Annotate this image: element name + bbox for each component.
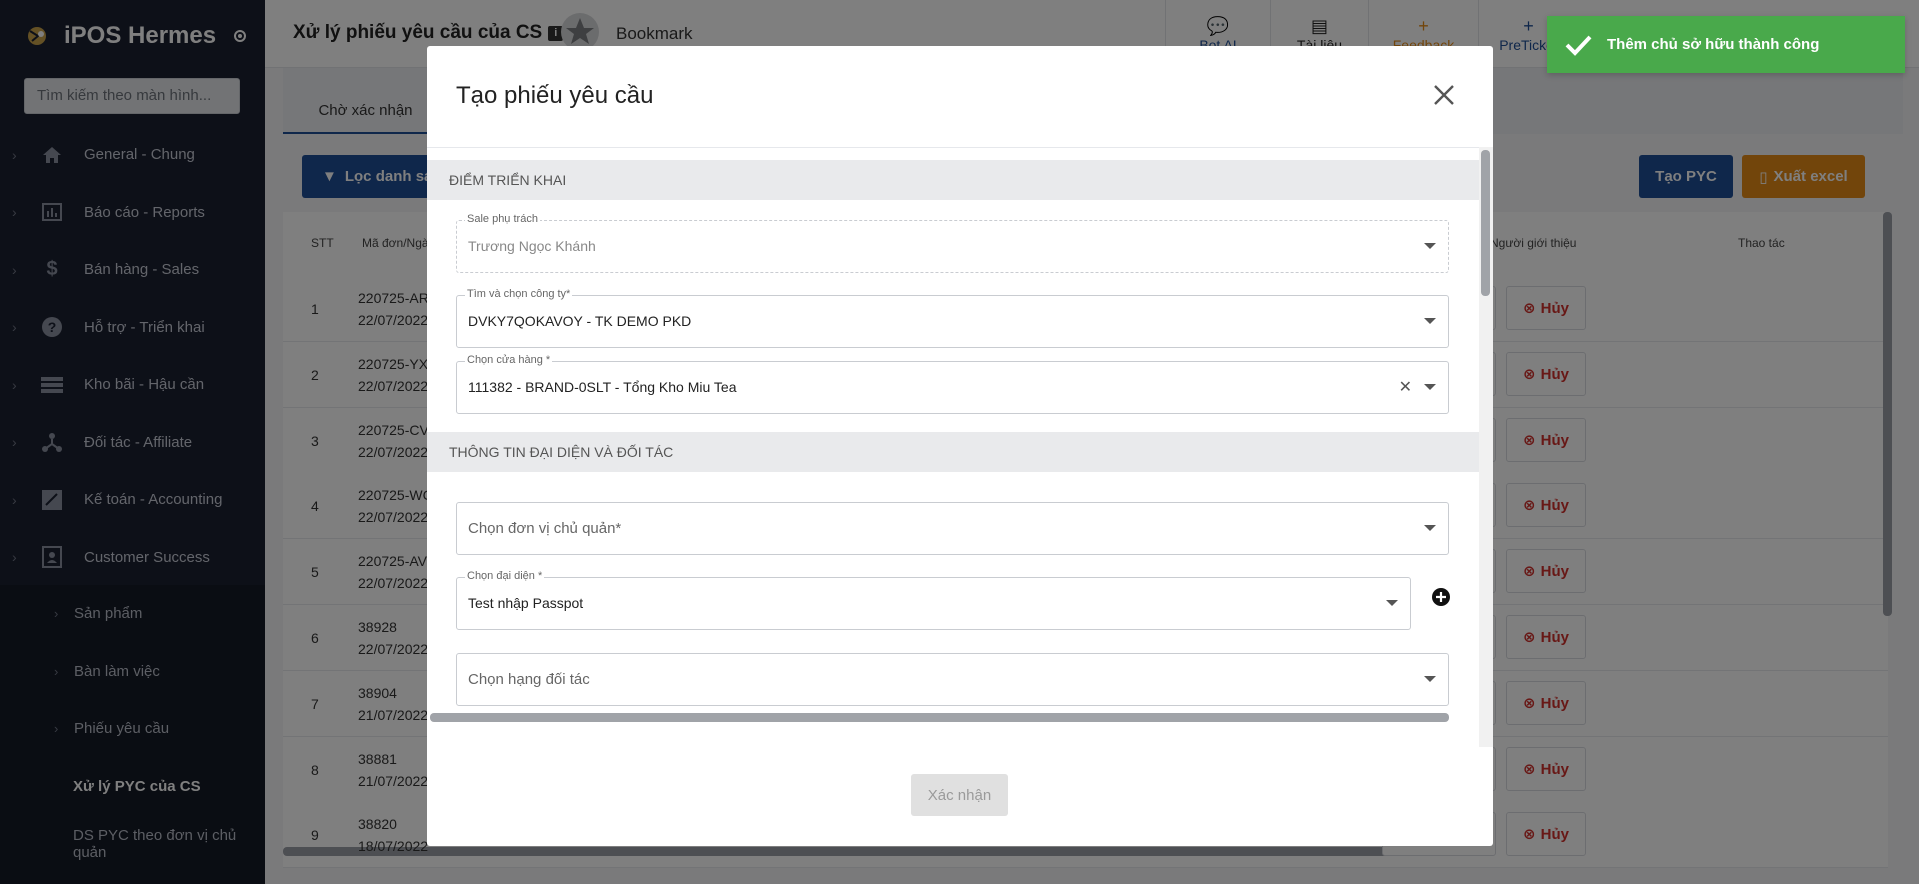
clear-icon[interactable]: ✕ bbox=[1399, 377, 1412, 397]
section-representative-partner: THÔNG TIN ĐẠI DIỆN VÀ ĐỐI TÁC bbox=[427, 432, 1479, 472]
modal-divider bbox=[427, 147, 1493, 148]
field-value: Trương Ngọc Khánh bbox=[468, 238, 596, 254]
store-select[interactable]: Chọn cửa hàng * 111382 - BRAND-0SLT - Tổ… bbox=[456, 354, 1449, 414]
chevron-down-icon[interactable] bbox=[1386, 600, 1398, 606]
field-value: Test nhập Passpot bbox=[468, 595, 584, 611]
field-label: Tìm và chọn công ty* bbox=[465, 288, 573, 300]
modal-vertical-scrollbar[interactable] bbox=[1481, 150, 1490, 296]
representative-select[interactable]: Chọn đại diện * Test nhập Passpot bbox=[456, 570, 1411, 630]
field-label: Sale phụ trách bbox=[465, 213, 540, 225]
check-icon bbox=[1565, 35, 1592, 56]
create-request-modal: Tạo phiếu yêu cầu ĐIỂM TRIỂN KHAI Sale p… bbox=[427, 46, 1493, 846]
owner-unit-select[interactable]: Chọn đơn vị chủ quản* bbox=[456, 502, 1449, 555]
field-label: Chọn cửa hàng * bbox=[465, 354, 553, 366]
company-select[interactable]: Tìm và chọn công ty* DVKY7QOKAVOY - TK D… bbox=[456, 288, 1449, 348]
field-value: 111382 - BRAND-0SLT - Tổng Kho Miu Tea bbox=[468, 379, 737, 395]
submit-button[interactable]: Xác nhận bbox=[911, 774, 1008, 816]
add-circle-icon[interactable] bbox=[1431, 587, 1451, 607]
success-toast: Thêm chủ sở hữu thành công bbox=[1547, 16, 1905, 73]
field-placeholder: Chọn hạng đối tác bbox=[468, 671, 590, 688]
sale-owner-select: Sale phụ trách Trương Ngọc Khánh bbox=[456, 213, 1449, 273]
field-value: DVKY7QOKAVOY - TK DEMO PKD bbox=[468, 313, 692, 329]
close-icon[interactable] bbox=[1431, 82, 1457, 108]
chevron-down-icon[interactable] bbox=[1424, 676, 1436, 682]
chevron-down-icon[interactable] bbox=[1424, 384, 1436, 390]
modal-horizontal-scrollbar[interactable] bbox=[430, 713, 1449, 722]
partner-tier-select[interactable]: Chọn hạng đối tác bbox=[456, 653, 1449, 706]
field-placeholder: Chọn đơn vị chủ quản* bbox=[468, 520, 622, 537]
chevron-down-icon[interactable] bbox=[1424, 318, 1436, 324]
chevron-down-icon[interactable] bbox=[1424, 525, 1436, 531]
modal-title: Tạo phiếu yêu cầu bbox=[456, 82, 654, 109]
chevron-down-icon bbox=[1424, 243, 1436, 249]
field-label: Chọn đại diện * bbox=[465, 570, 545, 582]
section-deployment-point: ĐIỂM TRIỂN KHAI bbox=[427, 160, 1479, 200]
toast-message: Thêm chủ sở hữu thành công bbox=[1607, 36, 1820, 53]
